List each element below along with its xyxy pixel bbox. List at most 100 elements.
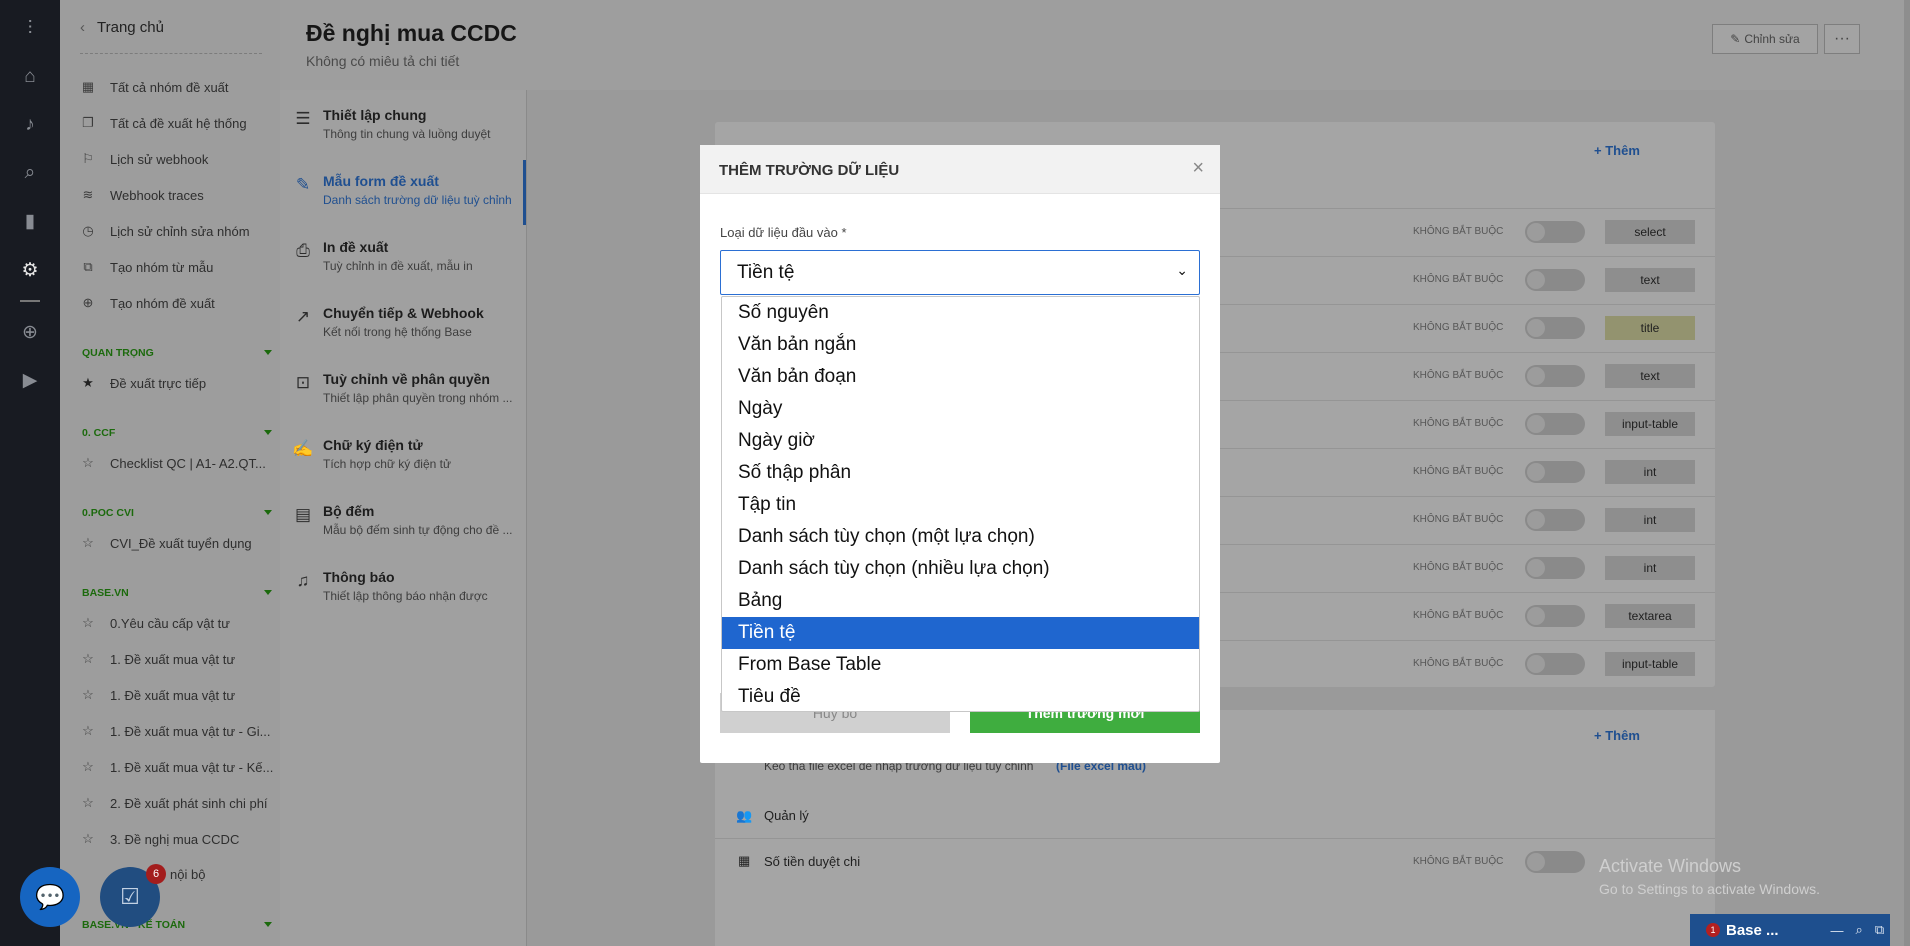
gear-icon[interactable]: ⚙ <box>18 258 42 282</box>
video-icon[interactable]: ▶ <box>18 368 42 392</box>
search-icon[interactable]: ⌕ <box>18 161 42 185</box>
page-subtitle: Không có miêu tả chi tiết <box>306 53 460 69</box>
sidebar-item-label: nội bộ <box>170 867 206 882</box>
optional-label: KHÔNG BẮT BUỘC <box>1413 856 1504 867</box>
printer-icon: ⎙ <box>296 241 310 260</box>
add-section-field-button[interactable]: + Thêm <box>1594 728 1640 743</box>
document-icon: ☰ <box>295 109 311 128</box>
section-manager[interactable]: Quản lý <box>764 808 809 823</box>
sidebar-item-edit-history[interactable]: ◷ Lịch sử chỉnh sửa nhóm <box>80 223 249 239</box>
field-type-badge: title <box>1605 316 1695 340</box>
option-multi-choice[interactable]: Danh sách tùy chọn (nhiều lựa chọn) <box>722 553 1199 585</box>
required-toggle[interactable] <box>1525 509 1585 531</box>
optional-label: KHÔNG BẮT BUỘC <box>1413 418 1504 429</box>
option-base-table[interactable]: From Base Table <box>722 649 1199 681</box>
sidebar-group-item-current[interactable]: ☆ 3. Đề nghị mua CCDC <box>80 831 239 847</box>
page-header: Đề nghị mua CCDC Không có miêu tả chi ti… <box>280 0 1910 90</box>
option-paragraph[interactable]: Văn bản đoạn <box>722 361 1199 393</box>
option-date[interactable]: Ngày <box>722 393 1199 425</box>
add-field-button[interactable]: + Thêm <box>1594 143 1640 158</box>
settings-item-title: Thiết lập chung <box>323 107 427 123</box>
sidebar-item-label: Đề xuất trực tiếp <box>110 375 207 391</box>
sidebar-item-create-from-template[interactable]: ⧉ Tạo nhóm từ mẫu <box>80 259 213 275</box>
caret-down-icon <box>264 430 272 435</box>
notification-bell-icon[interactable]: ♪ <box>18 113 42 137</box>
required-toggle[interactable] <box>1525 269 1585 291</box>
add-circle-icon[interactable]: ⊕ <box>18 320 42 344</box>
settings-item-title: In đề xuất <box>323 239 389 255</box>
sidebar-item-label: Tất cả đề xuất hệ thống <box>110 115 247 131</box>
section-title: BASE.VN <box>82 587 129 599</box>
field-type-badge: int <box>1605 556 1695 580</box>
option-file[interactable]: Tập tin <box>722 489 1199 521</box>
required-toggle[interactable] <box>1525 851 1585 873</box>
sidebar-group-item[interactable]: ☆ 2. Đề xuất phát sinh chi phí <box>80 795 267 811</box>
optional-label: KHÔNG BẮT BUỘC <box>1413 274 1504 285</box>
required-toggle[interactable] <box>1525 461 1585 483</box>
settings-item-subtitle: Tuỳ chỉnh in đề xuất, mẫu in <box>323 259 473 273</box>
modal-title: THÊM TRƯỜNG DỮ LIỆU <box>719 162 900 179</box>
sidebar-group-item[interactable]: ☆ 0.Yêu cầu cấp vật tư <box>80 615 230 631</box>
settings-item-subtitle: Thiết lập phân quyền trong nhóm ... <box>323 391 513 405</box>
required-toggle[interactable] <box>1525 605 1585 627</box>
sidebar-item-all-groups[interactable]: ▦ Tất cả nhóm đề xuất <box>80 79 229 95</box>
sidebar-item-label: Webhook traces <box>110 187 204 203</box>
required-toggle[interactable] <box>1525 653 1585 675</box>
page-scrollbar[interactable] <box>1904 0 1910 946</box>
close-icon[interactable]: × <box>1192 157 1204 180</box>
sidebar-item-all-proposals[interactable]: ❐ Tất cả đề xuất hệ thống <box>80 115 247 131</box>
sidebar-group-item[interactable]: ☆ 1. Đề xuất mua vật tư - Kế... <box>80 759 273 775</box>
option-integer[interactable]: Số nguyên <box>722 297 1199 329</box>
base-bar-badge: 1 <box>1706 923 1720 937</box>
section-poc-cvi[interactable]: 0.POC CVI <box>82 507 272 519</box>
minimize-icon[interactable]: — <box>1831 923 1844 938</box>
option-decimal[interactable]: Số thập phân <box>722 457 1199 489</box>
required-toggle[interactable] <box>1525 221 1585 243</box>
caret-down-icon <box>264 510 272 515</box>
field-type-select[interactable]: Tiền tệ ⌄ <box>720 250 1200 295</box>
base-logo-icon[interactable]: ⫶ <box>18 17 42 41</box>
caret-down-icon <box>264 590 272 595</box>
section-base-vn[interactable]: BASE.VN <box>82 587 272 599</box>
base-chat-bar[interactable]: 1 Base ... — ⌕ ⧉ <box>1690 914 1890 946</box>
required-toggle[interactable] <box>1525 317 1585 339</box>
sidebar-group-item[interactable]: ☆ CVI_Đề xuất tuyển dụng <box>80 535 251 551</box>
section-ccf[interactable]: 0. CCF <box>82 427 272 439</box>
sidebar-group-item[interactable]: ☆ 1. Đề xuất mua vật tư <box>80 687 235 703</box>
field-row[interactable]: ▦ Số tiền duyệt chi KHÔNG BẮT BUỘC <box>715 838 1715 886</box>
edit-button[interactable]: ✎ Chỉnh sửa <box>1712 24 1818 54</box>
option-datetime[interactable]: Ngày giờ <box>722 425 1199 457</box>
chat-button[interactable]: 💬 <box>20 867 80 927</box>
search-icon[interactable]: ⌕ <box>1856 922 1863 938</box>
sidebar-item-webhook-traces[interactable]: ≋ Webhook traces <box>80 187 204 203</box>
required-toggle[interactable] <box>1525 413 1585 435</box>
expand-icon[interactable]: ⧉ <box>1875 922 1884 938</box>
sidebar-group-item[interactable]: ☆ 1. Đề xuất mua vật tư - Gi... <box>80 723 270 739</box>
star-icon: ☆ <box>82 651 94 666</box>
home-link[interactable]: ‹ Trang chủ <box>80 19 164 36</box>
sidebar-item-create-group[interactable]: ⊕ Tạo nhóm đề xuất <box>80 295 215 311</box>
more-options-button[interactable]: ··· <box>1824 24 1860 54</box>
settings-item-title: Tuỳ chỉnh về phân quyền <box>323 371 490 387</box>
sidebar-group-item[interactable]: ☆ Checklist QC | A1- A2.QT... <box>80 455 266 471</box>
settings-item-subtitle: Tích hợp chữ ký điện tử <box>323 457 451 471</box>
option-heading[interactable]: Tiêu đề <box>722 681 1199 711</box>
sidebar-favorite-item[interactable]: ★ Đề xuất trực tiếp <box>80 375 206 391</box>
section-quan-trong[interactable]: QUAN TRỌNG <box>82 347 272 359</box>
option-table[interactable]: Bảng <box>722 585 1199 617</box>
chart-icon[interactable]: ▮ <box>18 209 42 233</box>
sidebar-item-webhook-history[interactable]: ⚐ Lịch sử webhook <box>80 151 208 167</box>
star-icon: ☆ <box>82 723 94 738</box>
sidebar-group-item[interactable]: nội bộ <box>170 867 205 882</box>
section-base-vn-ke-toan[interactable]: BASE.VN - KẾ TOÁN <box>82 919 272 931</box>
required-toggle[interactable] <box>1525 365 1585 387</box>
home-icon[interactable]: ⌂ <box>18 65 42 89</box>
sidebar-group-item[interactable]: ☆ 1. Đề xuất mua vật tư <box>80 651 235 667</box>
sidebar-item-label: 1. Đề xuất mua vật tư <box>110 687 236 703</box>
required-toggle[interactable] <box>1525 557 1585 579</box>
option-currency[interactable]: Tiền tệ <box>722 617 1199 649</box>
option-short-text[interactable]: Văn bản ngắn <box>722 329 1199 361</box>
option-single-choice[interactable]: Danh sách tùy chọn (một lựa chọn) <box>722 521 1199 553</box>
active-indicator <box>523 160 526 225</box>
optional-label: KHÔNG BẮT BUỘC <box>1413 562 1504 573</box>
